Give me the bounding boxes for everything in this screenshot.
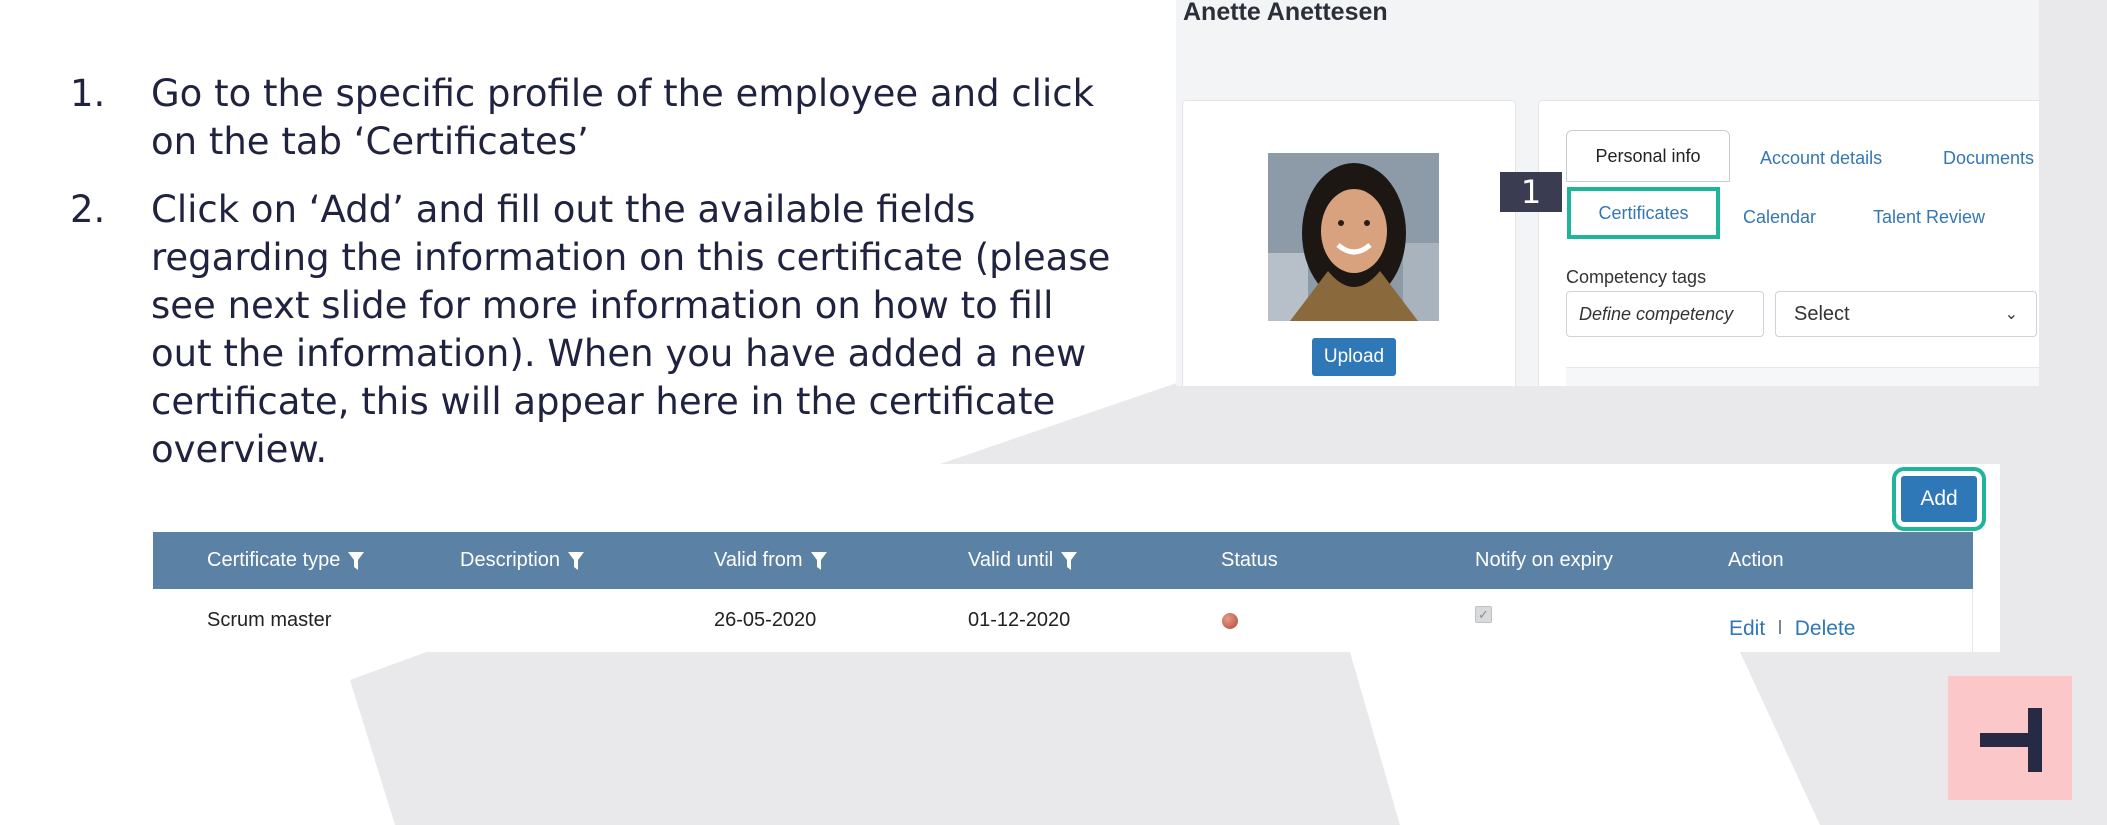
table-row: Scrum master 26-05-2020 01-12-2020 ✓ Edi… bbox=[153, 589, 1973, 652]
certificate-table-screenshot: Add Certificate type Description Valid f… bbox=[153, 464, 2000, 652]
cell-certificate-type: Scrum master bbox=[207, 609, 332, 631]
step-number: 1. bbox=[70, 72, 106, 115]
profile-screenshot: Anette Anettesen Upload Personal info Ac… bbox=[1176, 0, 2039, 386]
instruction-list: 1. Go to the specific profile of the emp… bbox=[70, 70, 1120, 494]
instruction-step: 1. Go to the specific profile of the emp… bbox=[70, 70, 1120, 166]
upload-button[interactable]: Upload bbox=[1312, 338, 1396, 376]
competency-tags-label: Competency tags bbox=[1566, 267, 1707, 287]
tab-account-details[interactable]: Account details bbox=[1760, 148, 1882, 169]
tab-certificates[interactable]: Certificates bbox=[1567, 187, 1720, 239]
competency-input[interactable]: Define competency bbox=[1566, 291, 1764, 337]
cell-status bbox=[1222, 589, 1238, 652]
notify-checkbox[interactable]: ✓ bbox=[1475, 606, 1492, 623]
filter-icon[interactable] bbox=[348, 551, 365, 570]
column-label: Description bbox=[460, 549, 561, 571]
delete-link[interactable]: Delete bbox=[1795, 617, 1856, 641]
logo-tile bbox=[1948, 676, 2072, 800]
employee-photo bbox=[1268, 153, 1439, 321]
add-certificate-button[interactable]: Add bbox=[1892, 467, 1986, 531]
portrait-illustration bbox=[1268, 153, 1439, 321]
chevron-down-icon: ⌄ bbox=[2004, 306, 2018, 323]
column-header-action: Action bbox=[1728, 549, 1784, 571]
logo-icon bbox=[1980, 708, 2042, 772]
column-header-certificate-type[interactable]: Certificate type bbox=[207, 532, 365, 589]
column-header-valid-until[interactable]: Valid until bbox=[968, 532, 1078, 589]
competency-placeholder: Define competency bbox=[1579, 303, 1734, 324]
step-marker-1: 1 bbox=[1500, 172, 1562, 212]
column-header-valid-from[interactable]: Valid from bbox=[714, 532, 827, 589]
tab-documents[interactable]: Documents bbox=[1943, 148, 2034, 169]
tab-content-strip bbox=[1566, 367, 2039, 386]
filter-icon[interactable] bbox=[568, 551, 585, 570]
column-label: Valid from bbox=[714, 549, 803, 571]
cell-action: Edit I Delete bbox=[1729, 589, 1855, 652]
step-number: 2. bbox=[70, 188, 106, 231]
profile-tabs-card: Personal info Account details Documents … bbox=[1538, 100, 2039, 386]
column-header-description[interactable]: Description bbox=[460, 532, 585, 589]
cell-notify-on-expiry: ✓ bbox=[1475, 589, 1492, 652]
step-text: Go to the specific profile of the employ… bbox=[151, 72, 1094, 163]
instruction-step: 2. Click on ‘Add’ and fill out the avail… bbox=[70, 186, 1120, 474]
edit-link[interactable]: Edit bbox=[1729, 617, 1765, 641]
table-header: Certificate type Description Valid from … bbox=[153, 532, 1973, 589]
action-separator: I bbox=[1777, 617, 1783, 639]
photo-card: Upload bbox=[1182, 100, 1516, 386]
cell-valid-from: 26-05-2020 bbox=[714, 609, 817, 631]
column-label: Certificate type bbox=[207, 549, 341, 571]
select-value: Select bbox=[1794, 302, 1850, 325]
cell-valid-until: 01-12-2020 bbox=[968, 609, 1071, 631]
column-label: Valid until bbox=[968, 549, 1054, 571]
column-header-status: Status bbox=[1221, 549, 1278, 571]
status-indicator-icon bbox=[1222, 612, 1238, 629]
tab-talent-review[interactable]: Talent Review bbox=[1873, 207, 1985, 228]
tab-calendar[interactable]: Calendar bbox=[1743, 207, 1816, 228]
step-text: Click on ‘Add’ and fill out the availabl… bbox=[151, 188, 1111, 471]
filter-icon[interactable] bbox=[810, 551, 827, 570]
tab-personal-info[interactable]: Personal info bbox=[1566, 130, 1730, 182]
filter-icon[interactable] bbox=[1061, 551, 1078, 570]
employee-name: Anette Anettesen bbox=[1183, 0, 1388, 26]
competency-select[interactable]: Select ⌄ bbox=[1775, 291, 2037, 337]
column-header-notify-on-expiry: Notify on expiry bbox=[1475, 549, 1613, 571]
